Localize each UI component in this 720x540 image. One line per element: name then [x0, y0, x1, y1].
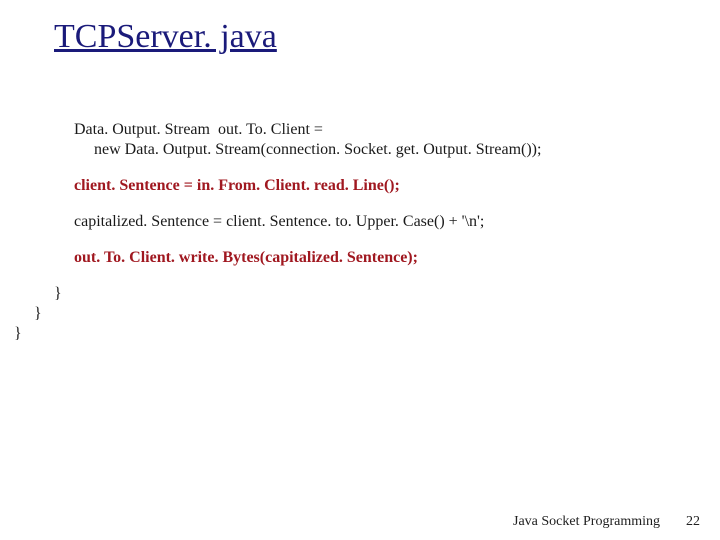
code-brace-3: } [54, 284, 541, 304]
code-line-2: new Data. Output. Stream(connection. Soc… [74, 140, 541, 160]
code-block: Data. Output. Stream out. To. Client = n… [74, 120, 541, 344]
code-line-3: client. Sentence = in. From. Client. rea… [74, 176, 541, 196]
code-brace-2: } [34, 304, 541, 324]
code-line-1: Data. Output. Stream out. To. Client = [74, 120, 541, 140]
code-brace-1: } [14, 324, 541, 344]
code-line-5: out. To. Client. write. Bytes(capitalize… [74, 248, 541, 268]
footer-text: Java Socket Programming [513, 514, 660, 530]
slide-title: TCPServer. java [54, 18, 277, 56]
code-line-4: capitalized. Sentence = client. Sentence… [74, 212, 541, 232]
page-number: 22 [686, 514, 700, 530]
